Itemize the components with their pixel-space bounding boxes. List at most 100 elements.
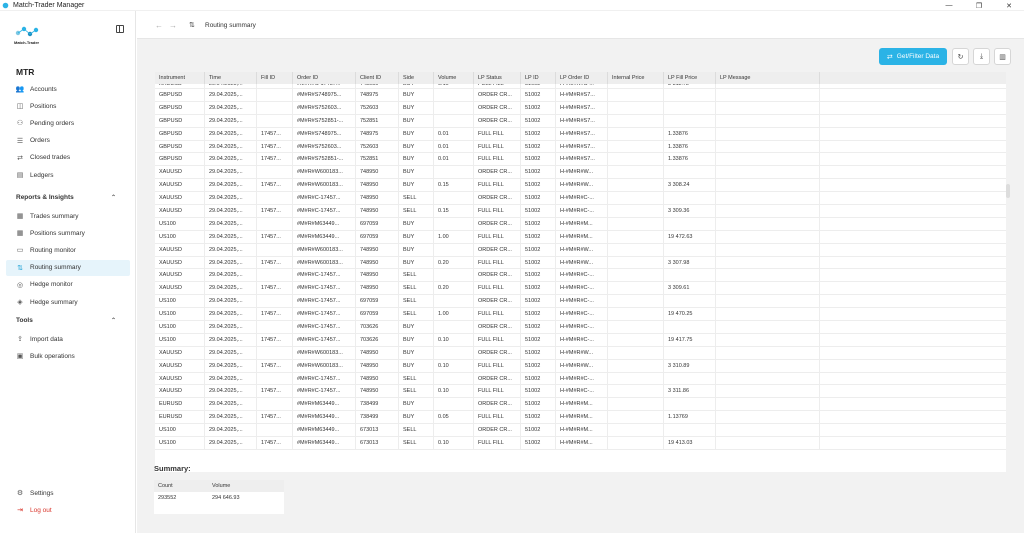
- table-row[interactable]: GBPUSD 29.04.2025,... #M#R#S752851-... 7528…: [155, 114, 1006, 128]
- sidebar-item-routing-monitor[interactable]: ▭ Routing monitor: [6, 242, 130, 258]
- sidebar-item-positions[interactable]: ◫ Positions: [6, 98, 130, 114]
- table-row[interactable]: EURUSD 29.04.2025,... #M#R#M63449... 738499…: [155, 398, 1006, 412]
- sidebar-item-positions-summary[interactable]: ▦ Positions summary: [6, 225, 130, 241]
- sidebar-item-orders[interactable]: ☰ Orders: [6, 133, 130, 149]
- column-header-lp-order-id[interactable]: LP Order ID: [556, 72, 608, 84]
- table-row[interactable]: US100 29.04.2025,... 17457... #M#R#C-17457.…: [155, 333, 1006, 347]
- table-row[interactable]: XAUUSD 29.04.2025,... 17457... #M#R#W600183…: [155, 256, 1006, 270]
- column-header-volume[interactable]: Volume: [434, 72, 474, 84]
- table-row[interactable]: XAUUSD 29.04.2025,... #M#R#C-17457... 74895…: [155, 269, 1006, 283]
- table-row[interactable]: US100 29.04.2025,... #M#R#C-17457... 703626…: [155, 321, 1006, 334]
- cell-lp-order-id: H-#M#R#W...: [556, 359, 608, 372]
- sidebar-item-hedge-monitor[interactable]: ◎ Hedge monitor: [6, 277, 130, 293]
- minimize-button[interactable]: —: [934, 0, 964, 11]
- sidebar-item-settings[interactable]: ⚙ Settings: [6, 485, 130, 501]
- table-row[interactable]: US100 29.04.2025,... 17457... #M#R#C-17457.…: [155, 308, 1006, 322]
- table-row[interactable]: EURUSD 29.04.2025,... 17457... #M#R#M63449.…: [155, 411, 1006, 425]
- cell-lp-id: 51002: [521, 385, 556, 398]
- sidebar-item-logout[interactable]: ⇥ Log out: [6, 502, 130, 518]
- table-scrollbar[interactable]: [1006, 184, 1010, 198]
- table-row[interactable]: GBPUSD 29.04.2025,... #M#R#S748975... 74897…: [155, 89, 1006, 102]
- table-row[interactable]: XAUUSD 29.04.2025,... #M#R#W600183... 74895…: [155, 346, 1006, 360]
- cell-instrument: XAUUSD: [155, 385, 205, 398]
- column-header-instrument[interactable]: Instrument: [155, 72, 205, 84]
- columns-button[interactable]: ▥: [994, 48, 1011, 65]
- column-header-fill-id[interactable]: Fill ID: [257, 72, 293, 84]
- sidebar-item-closed-trades[interactable]: ⇄ Closed trades: [6, 150, 130, 166]
- sidebar-item-label: Closed trades: [30, 154, 71, 162]
- table-row[interactable]: XAUUSD 29.04.2025,... 17457... #M#R#W600183…: [155, 179, 1006, 193]
- column-header-time[interactable]: Time: [205, 72, 257, 84]
- cell-side: SELL: [399, 282, 434, 295]
- cell-internal-price: [608, 127, 664, 140]
- cell-volume: 0.01: [434, 127, 474, 140]
- summary-value-row: 293552 294 646.93: [154, 492, 284, 504]
- sidebar-collapse-button[interactable]: [116, 25, 124, 33]
- cell-lp-id: 51002: [521, 437, 556, 449]
- section-reports-insights[interactable]: Reports & Insights ⌃: [16, 194, 116, 201]
- sidebar-item-trades-summary[interactable]: ▦ Trades summary: [6, 208, 130, 224]
- table-row[interactable]: GBPUSD 29.04.2025,... #M#R#S752603... 75260…: [155, 101, 1006, 115]
- table-row[interactable]: XAUUSD 29.04.2025,... #M#R#C-17457... 74895…: [155, 372, 1006, 386]
- cell-order-id: #M#R#M63449...: [293, 437, 356, 449]
- table-row[interactable]: XAUUSD 29.04.2025,... 17457... #M#R#C-17457…: [155, 385, 1006, 399]
- table-row[interactable]: US100 29.04.2025,... #M#R#C-17457... 697059…: [155, 295, 1006, 309]
- table-row[interactable]: US100 29.04.2025,... #M#R#M63449... 697059 B…: [155, 217, 1006, 231]
- table-row[interactable]: GBPUSD 29.04.2025,... 17457... #M#R#S752851…: [155, 153, 1006, 167]
- sidebar-item-routing-summary[interactable]: ⇅ Routing summary: [6, 259, 130, 276]
- sidebar-item-bulk-operations[interactable]: ▣ Bulk operations: [6, 348, 130, 364]
- cell-order-id: #M#R#W600183...: [293, 359, 356, 372]
- column-header-lp-fill-price[interactable]: LP Fill Price: [664, 72, 716, 84]
- back-arrow-icon[interactable]: ←: [155, 21, 163, 30]
- table-row[interactable]: GBPUSD 29.04.2025,... 17457... #M#R#S748975…: [155, 127, 1006, 141]
- column-header-lp-message[interactable]: LP Message: [716, 72, 820, 84]
- sidebar-item-ledgers[interactable]: ▤ Ledgers: [6, 167, 130, 183]
- cell-lp-order-id: H-#M#R#M...: [556, 437, 608, 449]
- column-header-client-id[interactable]: Client ID: [356, 72, 399, 84]
- download-button[interactable]: ⤓: [973, 48, 990, 65]
- cell-instrument: US100: [155, 230, 205, 243]
- cell-lp-order-id: H-#M#R#C-...: [556, 192, 608, 205]
- cell-time: 29.04.2025,...: [205, 372, 257, 385]
- table-row[interactable]: XAUUSD 29.04.2025,... #M#R#W600183... 74895…: [155, 166, 1006, 180]
- column-header-lp-status[interactable]: LP Status: [474, 72, 521, 84]
- table-row[interactable]: US100 29.04.2025,... #M#R#M63449... 673013 S…: [155, 424, 1006, 438]
- table-row[interactable]: XAUUSD 29.04.2025,... #M#R#W600183... 74895…: [155, 243, 1006, 257]
- table-row[interactable]: XAUUSD 29.04.2025,... 17457... #M#R#C-17457…: [155, 205, 1006, 218]
- cell-lp-order-id: H-#M#R#C-...: [556, 321, 608, 333]
- cell-lp-fill-price: 3 311.72: [664, 84, 716, 88]
- table-row[interactable]: US100 29.04.2025,... 17457... #M#R#M63449..…: [155, 230, 1006, 244]
- routing-table[interactable]: Instrument Time Fill ID Order ID Client ID Si…: [155, 72, 1006, 472]
- cell-internal-price: [608, 114, 664, 127]
- table-row[interactable]: XAUUSD 29.04.2025,... 17457... #M#R#W600183…: [155, 359, 1006, 373]
- cell-filler: [820, 102, 1006, 114]
- column-header-order-id[interactable]: Order ID: [293, 72, 356, 84]
- cell-filler: [820, 411, 1006, 423]
- sidebar-item-import-data[interactable]: ⇪ Import data: [6, 331, 130, 347]
- sidebar-item-pending-orders[interactable]: ⚇ Pending orders: [6, 115, 130, 131]
- cell-order-id: #M#R#W600183...: [293, 179, 356, 192]
- cell-lp-status: FULL FILL: [474, 385, 521, 398]
- close-button[interactable]: ✕: [994, 0, 1024, 11]
- cell-lp-message: [716, 230, 820, 243]
- maximize-button[interactable]: ❐: [964, 0, 994, 11]
- column-header-lp-id[interactable]: LP ID: [521, 72, 556, 84]
- column-header-internal-price[interactable]: Internal Price: [608, 72, 664, 84]
- sidebar-item-hedge-summary[interactable]: ◈ Hedge summary: [6, 294, 130, 310]
- table-body[interactable]: XAUUSD 29.04.2025,... #M#R#C-17457... 74895…: [155, 84, 1006, 472]
- section-tools[interactable]: Tools ⌃: [16, 317, 116, 324]
- cell-lp-id: 51002: [521, 269, 556, 282]
- column-header-side[interactable]: Side: [399, 72, 434, 84]
- refresh-button[interactable]: ↻: [952, 48, 969, 65]
- table-row[interactable]: XAUUSD 29.04.2025,... 17457... #M#R#C-17457…: [155, 282, 1006, 296]
- forward-arrow-icon[interactable]: →: [169, 21, 177, 30]
- table-row[interactable]: GBPUSD 29.04.2025,... 17457... #M#R#S752603…: [155, 140, 1006, 154]
- cell-client-id: 748950: [356, 166, 399, 179]
- sidebar-item-accounts[interactable]: 👥 Accounts: [6, 81, 130, 97]
- cell-filler: [820, 166, 1006, 178]
- get-filter-data-button[interactable]: ⇄ Get/Filter Data: [879, 48, 947, 65]
- table-row[interactable]: XAUUSD 29.04.2025,... #M#R#C-17457... 74895…: [155, 192, 1006, 206]
- cell-lp-id: 51002: [521, 230, 556, 243]
- closed-trades-icon: ⇄: [17, 154, 23, 162]
- table-row[interactable]: US100 29.04.2025,... 17457... #M#R#M63449..…: [155, 437, 1006, 450]
